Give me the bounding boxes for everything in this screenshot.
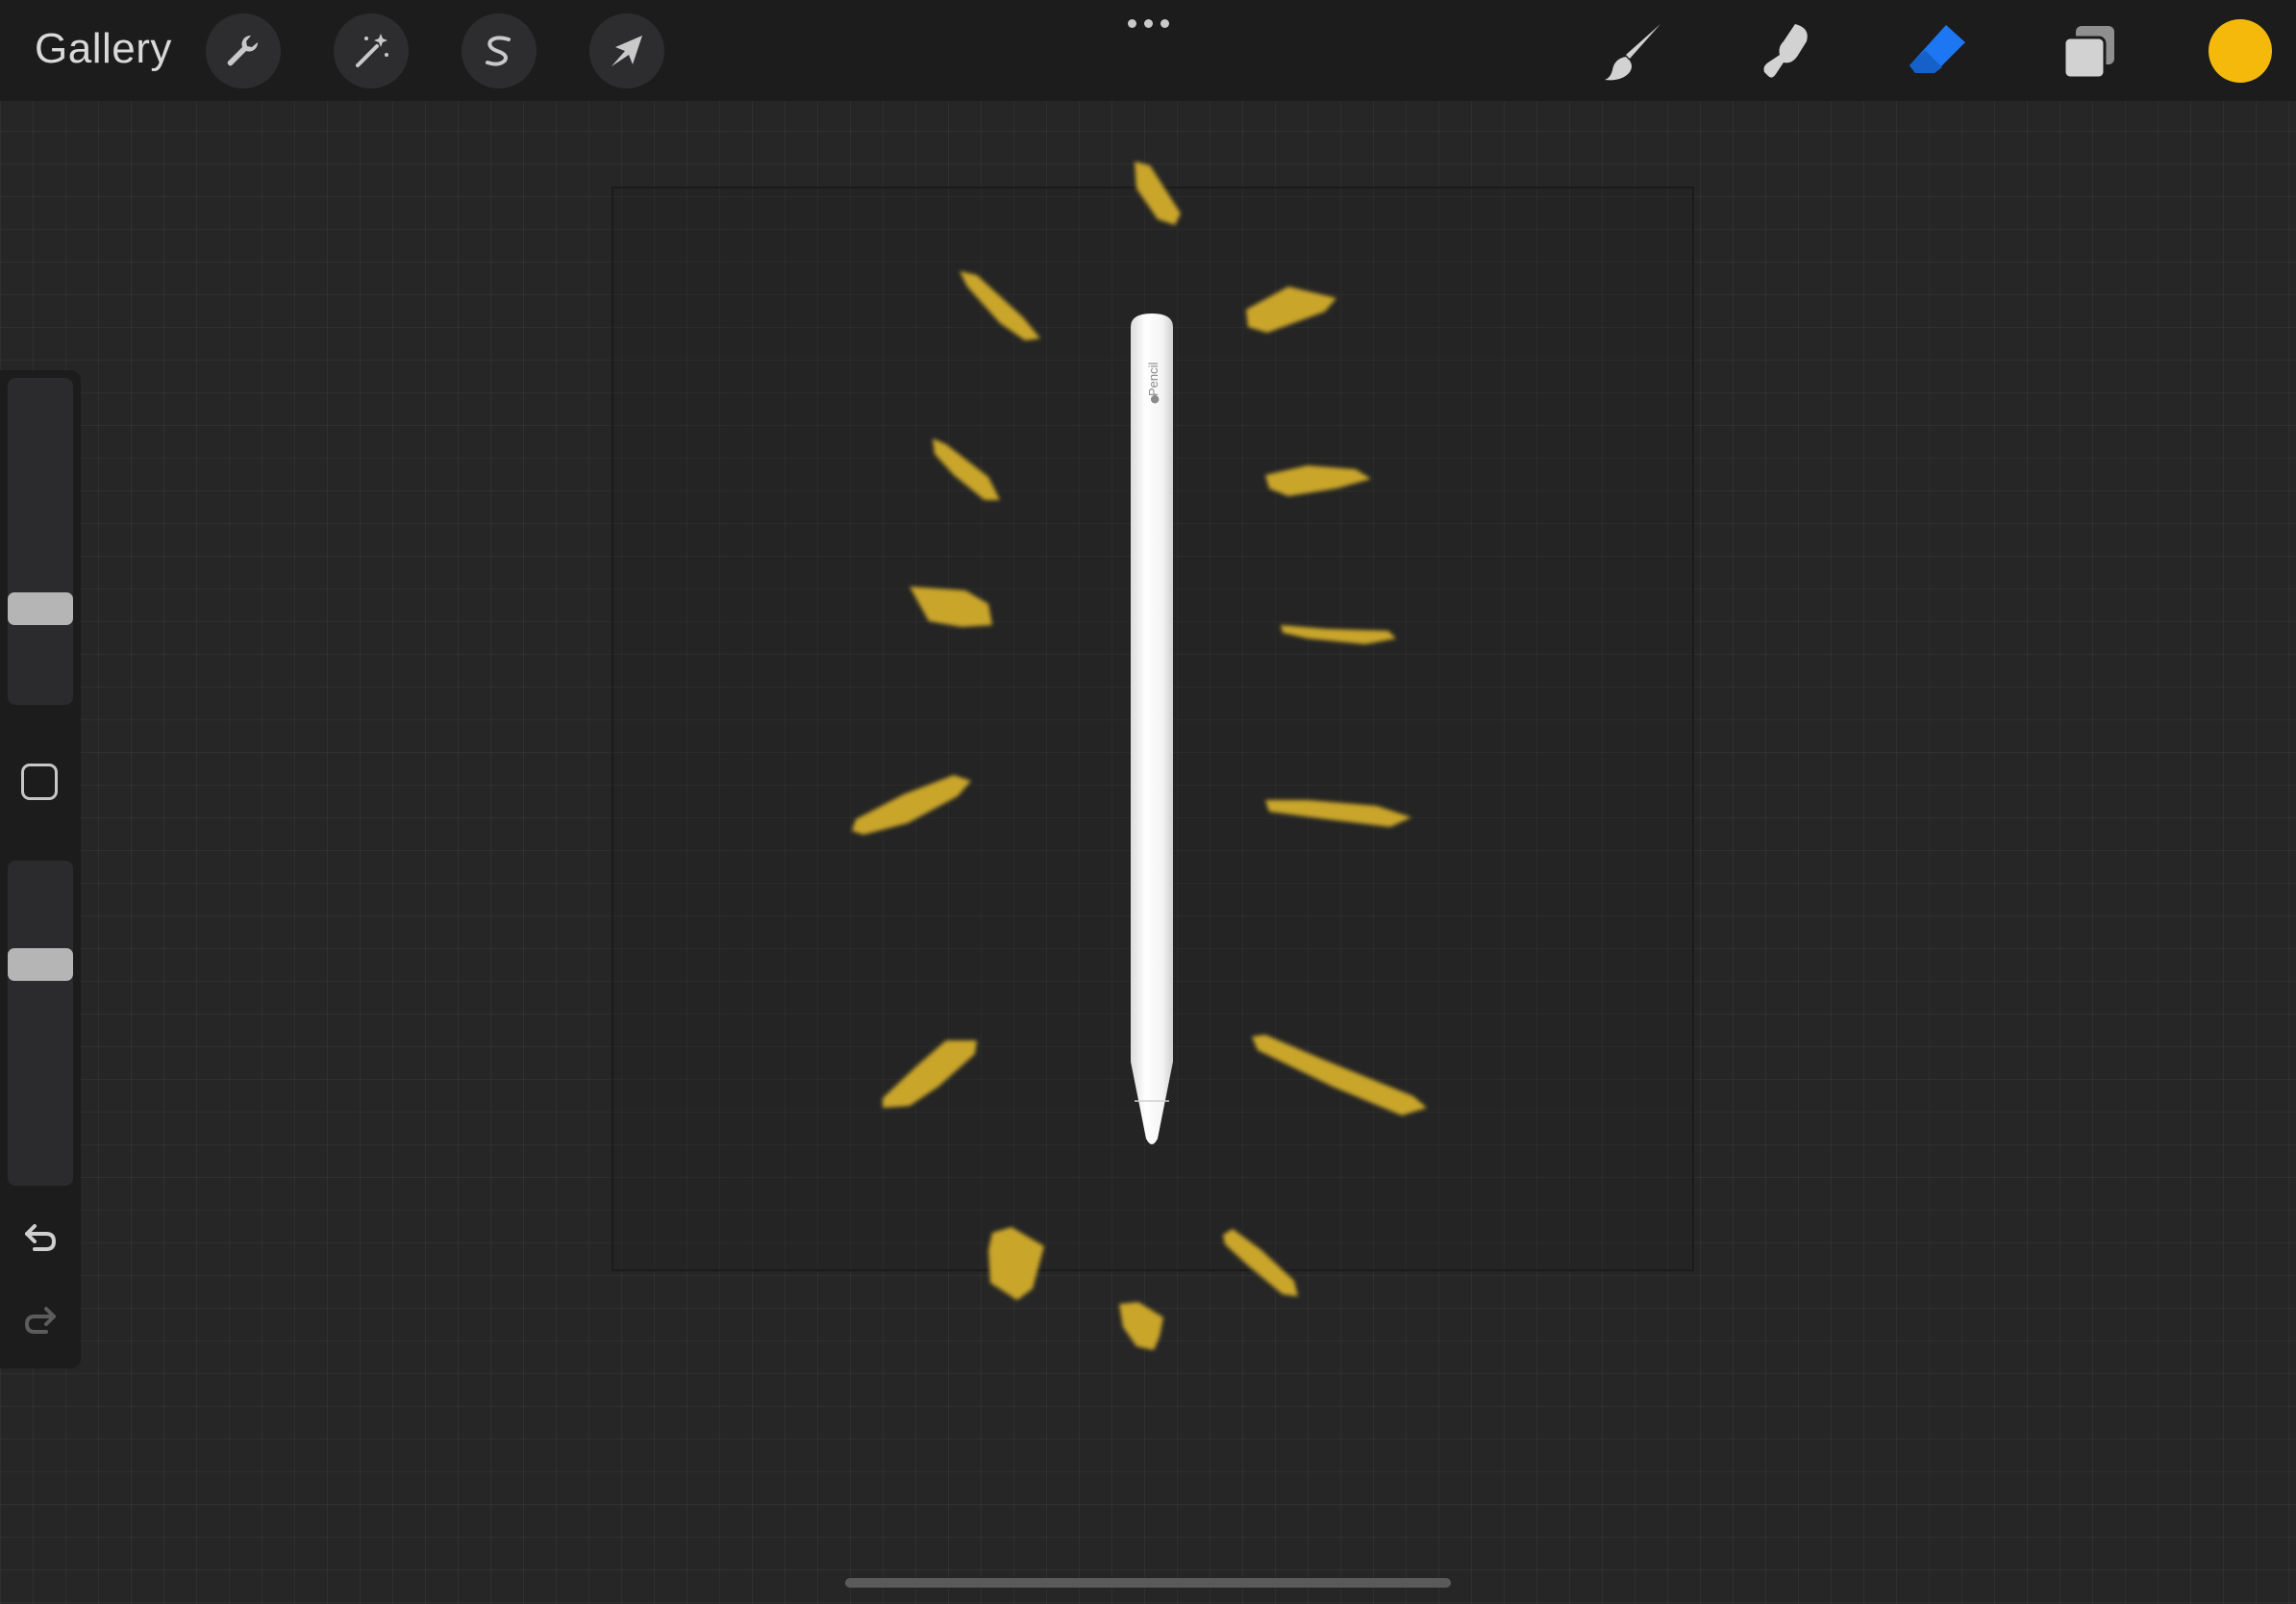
selection-button[interactable] — [462, 13, 537, 88]
paint-stroke — [1265, 465, 1371, 496]
selection-icon — [486, 36, 511, 66]
artwork-layer: Pencil ● — [852, 162, 1427, 1350]
paint-stroke — [988, 1227, 1044, 1300]
opacity-slider[interactable] — [8, 861, 73, 1186]
smudge-icon — [1763, 24, 1808, 78]
undo-icon — [25, 1224, 57, 1251]
left-sidebar — [0, 370, 81, 1368]
adjustments-button[interactable] — [334, 13, 409, 88]
pencil-tip — [1131, 1062, 1173, 1144]
more-options-button[interactable] — [1125, 15, 1171, 31]
paint-stroke — [1135, 162, 1181, 225]
color-picker-button[interactable] — [2209, 19, 2272, 83]
top-toolbar: Gallery — [0, 0, 2296, 101]
paint-stroke — [1252, 1035, 1427, 1115]
gallery-button[interactable]: Gallery — [35, 25, 172, 73]
paint-stroke — [1223, 1229, 1298, 1296]
undo-button[interactable] — [15, 1213, 65, 1263]
apple-pencil-image: Pencil ● — [1131, 313, 1173, 1144]
paint-stroke — [852, 775, 971, 835]
paint-stroke — [1246, 287, 1336, 333]
transform-button[interactable] — [589, 13, 664, 88]
transform-arrow-icon — [611, 36, 642, 66]
pencil-label: Pencil — [1146, 362, 1160, 396]
paint-stroke — [910, 587, 992, 627]
wrench-icon — [227, 35, 259, 66]
paint-stroke — [1281, 625, 1396, 644]
apple-logo-mark: ● — [1148, 394, 1160, 404]
paint-stroke — [883, 1040, 977, 1108]
eraser-icon — [1909, 25, 1965, 73]
brush-size-thumb[interactable] — [8, 592, 73, 625]
dot — [1160, 18, 1169, 28]
actions-button[interactable] — [206, 13, 281, 88]
smudge-tool-button[interactable] — [1748, 13, 1825, 90]
brush-size-slider[interactable] — [8, 378, 73, 705]
layers-button[interactable] — [2052, 13, 2129, 90]
paint-stroke — [1119, 1302, 1163, 1350]
paint-stroke — [960, 271, 1040, 340]
erase-tool-button[interactable] — [1900, 13, 1977, 90]
redo-icon — [24, 1307, 56, 1334]
pencil-body — [1131, 313, 1173, 1062]
brush-icon — [1605, 24, 1660, 81]
paint-stroke — [1265, 800, 1411, 827]
paint-tool-button[interactable] — [1596, 13, 1673, 90]
home-indicator[interactable] — [845, 1578, 1451, 1588]
dot — [1127, 18, 1136, 28]
magic-wand-icon — [356, 34, 388, 67]
modify-square-icon[interactable] — [21, 764, 58, 800]
paint-stroke — [933, 439, 1000, 500]
redo-button[interactable] — [15, 1295, 65, 1345]
layers-icon — [2062, 26, 2114, 80]
dot — [1143, 18, 1153, 28]
opacity-thumb[interactable] — [8, 948, 73, 981]
